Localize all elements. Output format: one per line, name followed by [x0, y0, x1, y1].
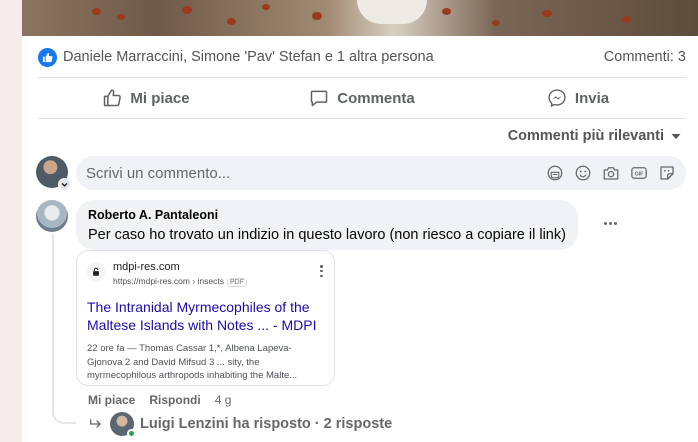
- reactors[interactable]: Daniele Marraccini, Simone 'Pav' Stefan …: [38, 47, 434, 67]
- like-button[interactable]: Mi piace: [38, 80, 254, 116]
- comment-icon: [310, 90, 328, 107]
- link-snippet: 22 ore fa — Thomas Cassar 1,*, Albena La…: [87, 343, 298, 381]
- view-replies[interactable]: Luigi Lenzini ha risposto · 2 risposte: [88, 412, 392, 438]
- site-url-text: https://mdpi-res.com › insects: [113, 276, 225, 286]
- gif-icon[interactable]: GIF: [629, 163, 648, 182]
- replier-avatar: [110, 412, 136, 438]
- divider: [38, 77, 686, 78]
- link-preview-card[interactable]: mdpi-res.com https://mdpi-res.com › inse…: [76, 250, 335, 386]
- post-card: Daniele Marraccini, Simone 'Pav' Stefan …: [22, 0, 698, 442]
- link-title[interactable]: The Intranidal Myrmecophiles of the Malt…: [87, 298, 324, 334]
- comment-reply-link[interactable]: Rispondi: [149, 393, 200, 407]
- composer-tools: GIF: [545, 163, 676, 182]
- emoji-icon[interactable]: [573, 163, 592, 182]
- reactions-bar: Daniele Marraccini, Simone 'Pav' Stefan …: [38, 44, 686, 70]
- comment-box[interactable]: GIF: [76, 156, 686, 190]
- thumbs-up-icon: [104, 89, 122, 107]
- reactors-text[interactable]: Daniele Marraccini, Simone 'Pav' Stefan …: [63, 49, 434, 65]
- replies-text[interactable]: Luigi Lenzini ha risposto · 2 risposte: [140, 416, 392, 432]
- comment-text: Per caso ho trovato un indizio in questo…: [88, 227, 566, 243]
- site-name: mdpi-res.com: [113, 261, 180, 273]
- comment-author[interactable]: Roberto A. Pantaleoni: [88, 208, 566, 222]
- comments-count[interactable]: Commenti: 3: [604, 49, 686, 65]
- reply-arrow-icon: [90, 419, 101, 428]
- share-label: Invia: [574, 89, 610, 107]
- comment-timestamp[interactable]: 4 g: [215, 393, 232, 407]
- card-menu-icon[interactable]: [320, 265, 324, 277]
- comment-input[interactable]: [86, 164, 506, 182]
- site-url: https://mdpi-res.com › insects PDF: [113, 276, 248, 287]
- comment-bubble: Roberto A. Pantaleoni Per caso ho trovat…: [76, 200, 578, 250]
- like-label: Mi piace: [130, 89, 190, 107]
- messenger-icon: [548, 89, 566, 108]
- thread-line: [52, 234, 76, 424]
- post-actions: Mi piace Commenta Invia: [38, 80, 686, 116]
- caret-down-icon: [671, 134, 681, 139]
- comment-composer: GIF: [36, 156, 686, 192]
- sort-label: Commenti più rilevanti: [507, 128, 664, 144]
- comment-button[interactable]: Commenta: [254, 80, 470, 116]
- file-type-tag: PDF: [227, 278, 248, 287]
- comment-actions: Mi piace Rispondi 4 g: [88, 393, 231, 407]
- post-photo[interactable]: [22, 0, 698, 36]
- online-status-dot: [127, 429, 136, 438]
- commenter-avatar[interactable]: [36, 200, 68, 232]
- more-options-icon[interactable]: [604, 217, 620, 229]
- lock-icon: [87, 263, 105, 281]
- svg-text:GIF: GIF: [634, 171, 644, 177]
- source-text: mdpi-res.com https://mdpi-res.com › inse…: [113, 261, 248, 287]
- comment-like-link[interactable]: Mi piace: [88, 393, 135, 407]
- divider: [38, 118, 686, 119]
- share-button[interactable]: Invia: [470, 80, 686, 116]
- sticker-icon[interactable]: [657, 163, 676, 182]
- camera-icon[interactable]: [601, 163, 620, 182]
- comment-label: Commenta: [337, 89, 415, 107]
- chevron-down-icon[interactable]: [58, 178, 71, 191]
- link-source: mdpi-res.com https://mdpi-res.com › inse…: [87, 261, 324, 287]
- comment-sort-dropdown[interactable]: Commenti più rilevanti: [508, 128, 682, 144]
- like-reaction-icon: [38, 47, 57, 67]
- avatar-sticker-icon[interactable]: [545, 163, 564, 182]
